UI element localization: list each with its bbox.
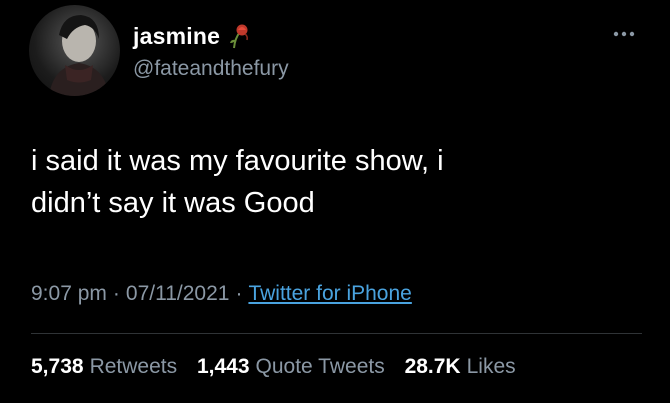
quote-tweets-count: 1,443	[196, 355, 250, 378]
tweet-meta: 9:07 pm · 07/11/2021 · Twitter for iPhone	[31, 282, 412, 306]
wilted-rose-icon	[226, 22, 252, 50]
retweets-stat[interactable]: 5,738 Retweets	[31, 355, 177, 379]
retweets-label: Retweets	[89, 355, 178, 378]
tweet-card: jasmine @fateandthefury i said it was my…	[0, 0, 670, 403]
tweet-text-line: i said it was my favourite show, i	[31, 145, 444, 177]
meta-separator: ·	[112, 282, 120, 305]
meta-separator: ·	[235, 282, 243, 305]
tweet-time[interactable]: 9:07 pm	[31, 282, 107, 305]
source-link[interactable]: Twitter for iPhone	[248, 282, 411, 305]
quote-tweets-stat[interactable]: 1,443 Quote Tweets	[197, 355, 385, 379]
avatar-image	[49, 15, 109, 96]
quote-tweets-label: Quote Tweets	[255, 355, 385, 378]
likes-count: 28.7K	[404, 355, 461, 378]
retweets-count: 5,738	[31, 355, 84, 378]
name-row: jasmine	[133, 22, 252, 50]
likes-stat[interactable]: 28.7K Likes	[405, 355, 516, 379]
more-icon[interactable]	[612, 26, 636, 37]
avatar[interactable]	[29, 5, 120, 96]
divider	[31, 333, 642, 334]
tweet-date[interactable]: 07/11/2021	[126, 282, 230, 305]
user-handle[interactable]: @fateandthefury	[133, 57, 289, 81]
likes-label: Likes	[466, 355, 516, 378]
tweet-text: i said it was my favourite show, i didn’…	[31, 140, 631, 224]
display-name[interactable]: jasmine	[133, 23, 220, 50]
tweet-stats: 5,738 Retweets 1,443 Quote Tweets 28.7K Lik…	[31, 355, 530, 379]
tweet-text-line: didn’t say it was Good	[31, 187, 315, 219]
